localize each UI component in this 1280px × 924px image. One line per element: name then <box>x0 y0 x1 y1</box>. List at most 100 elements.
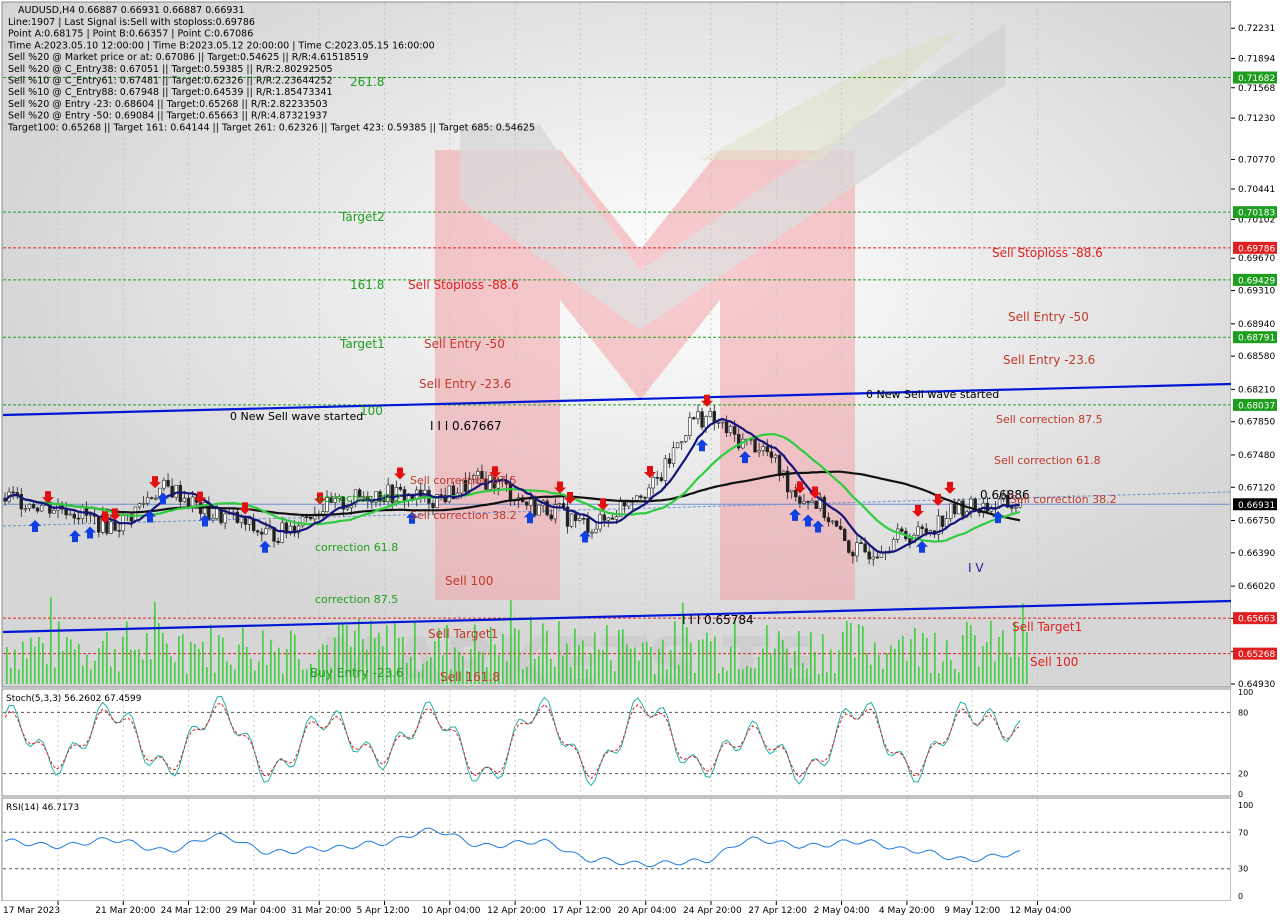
rsi-panel[interactable]: 100 70 30 0 RSI(14) 46.7173 <box>1 797 1279 902</box>
candle-body <box>900 528 904 532</box>
volume-bar <box>810 632 812 684</box>
symbol-line: AUDUSD,H4 0.66887 0.66931 0.66887 0.6693… <box>18 5 245 16</box>
volume-bar <box>774 648 776 684</box>
candle-body <box>728 426 733 434</box>
candle-body <box>610 517 615 520</box>
candle-body <box>606 517 610 521</box>
volume-bar <box>30 637 32 684</box>
y-tick-label: 0.72231 <box>1238 24 1275 34</box>
volume-bar <box>290 630 292 684</box>
stoch-panel[interactable]: 100 80 20 0 Stoch(5,3,3) 56.2602 67.4599 <box>1 688 1279 799</box>
volume-bar <box>834 673 836 684</box>
volume-bar <box>770 654 772 684</box>
stoch-axis-bg <box>1231 689 1279 796</box>
volume-bar <box>862 626 864 684</box>
candle-body <box>561 503 566 508</box>
chart-label: Sell 161.8 <box>440 670 500 684</box>
volume-bar <box>82 665 84 684</box>
volume-bar <box>718 673 720 684</box>
candle-body <box>276 541 280 543</box>
volume-bar <box>130 649 132 684</box>
volume-bar <box>558 621 560 684</box>
candle-body <box>639 495 643 498</box>
candle-body <box>916 526 920 536</box>
time-label: 21 Mar 20:00 <box>95 906 155 916</box>
volume-bar <box>146 633 148 684</box>
volume-bar <box>850 622 852 684</box>
candle-body <box>439 494 443 496</box>
volume-bar <box>118 671 120 684</box>
volume-bar <box>802 662 804 684</box>
volume-bar <box>690 642 692 684</box>
price-panel[interactable]: MARKETS TE 161.8 Sell Stoploss -88.6Targe… <box>1 1 1232 705</box>
volume-bar <box>966 621 968 684</box>
volume-bar <box>154 601 156 684</box>
volume-bar <box>122 636 124 684</box>
y-tick-label: 0.67120 <box>1238 483 1275 493</box>
price-axis[interactable]: 0.72231 0.71894 0.71568 0.71230 0.70770 0.704… <box>1231 2 1279 690</box>
volume-bar <box>138 649 140 684</box>
y-tick-label: 0.67850 <box>1238 418 1275 428</box>
price-badge-label: 0.71682 <box>1238 74 1275 84</box>
volume-bar <box>38 637 40 684</box>
time-label: 27 Apr 12:00 <box>748 906 807 916</box>
volume-bar <box>514 627 516 684</box>
y-tick-label: 0.66750 <box>1238 517 1275 527</box>
volume-bar <box>410 656 412 684</box>
rsi-tick-label: 30 <box>1238 865 1248 874</box>
candle-body <box>696 411 700 420</box>
price-chart-svg[interactable]: MARKETS TE 161.8 Sell Stoploss -88.6Targe… <box>0 0 1280 920</box>
y-tick-label: 0.70441 <box>1238 185 1275 195</box>
volume-bar <box>710 641 712 684</box>
candle-body <box>847 540 851 553</box>
volume-bar <box>166 643 168 684</box>
volume-bar <box>102 640 104 684</box>
chart-label: I I I 0.67667 <box>430 419 502 433</box>
volume-bar <box>258 661 260 684</box>
volume-bar <box>302 669 304 684</box>
candle-body <box>166 480 170 487</box>
volume-bar <box>238 644 240 684</box>
volume-bar <box>530 616 532 684</box>
chart-label: 0 New Sell wave started <box>230 410 363 423</box>
volume-bar <box>510 600 512 684</box>
y-tick-label: 0.66020 <box>1238 582 1275 592</box>
volume-bar <box>54 667 56 684</box>
info-line: Sell %20 @ C_Entry38: 0.67051 || Target:… <box>8 64 333 75</box>
candle-body <box>675 442 680 448</box>
volume-bar <box>930 673 932 684</box>
chart-label: Sell correction 61.8 <box>994 454 1101 467</box>
candle-body <box>174 485 178 498</box>
candle-body <box>133 506 138 522</box>
time-axis[interactable]: 17 Mar 2023 21 Mar 20:00 24 Mar 12:00 29 Ma… <box>0 901 1280 920</box>
candle-body <box>109 521 113 534</box>
volume-bar <box>582 640 584 684</box>
candle-body <box>949 503 953 519</box>
candle-body <box>708 411 712 418</box>
chart-label: Sell correction 87.5 <box>410 474 517 487</box>
volume-bar <box>562 655 564 684</box>
volume-bar <box>210 624 212 684</box>
volume-bar <box>426 661 428 684</box>
y-tick-label: 0.69670 <box>1238 254 1275 264</box>
volume-bar <box>1006 652 1008 684</box>
candle-body <box>247 518 252 525</box>
volume-bar <box>790 668 792 684</box>
time-label: 12 Apr 20:00 <box>487 906 546 916</box>
candle-body <box>154 497 158 500</box>
candle-body <box>720 421 725 424</box>
rsi-label: RSI(14) 46.7173 <box>6 803 79 813</box>
candle-body <box>724 421 729 434</box>
y-tick-label: 0.67480 <box>1238 451 1275 461</box>
chart-window[interactable]: MARKETS TE 161.8 Sell Stoploss -88.6 Targe… <box>0 0 1280 920</box>
info-line: Sell %10 @ C_Entry88: 0.67948 || Target:… <box>8 87 333 98</box>
chart-label: Target1 <box>339 337 385 351</box>
volume-bar <box>706 632 708 684</box>
volume-bar <box>698 640 700 684</box>
volume-bar <box>742 669 744 684</box>
volume-bar <box>970 625 972 684</box>
candle-body <box>855 542 859 557</box>
chart-label: Sell Target1 <box>428 627 498 641</box>
volume-bar <box>666 669 668 684</box>
volume-bar <box>814 652 816 684</box>
